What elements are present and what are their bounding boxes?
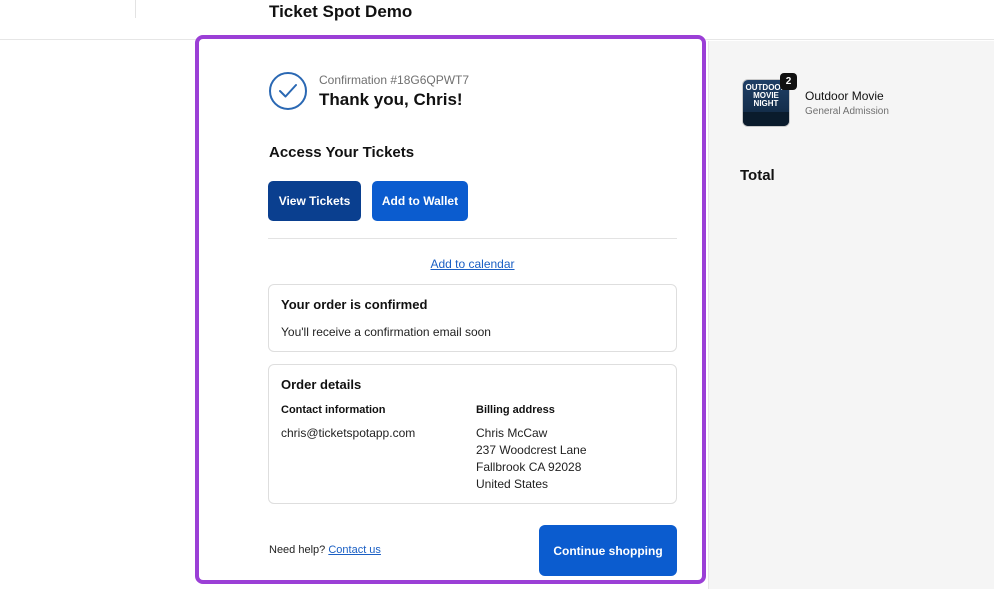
header-bar: Ticket Spot Demo <box>0 0 994 40</box>
order-details-title: Order details <box>281 377 362 392</box>
total-label: Total <box>740 167 775 184</box>
billing-address: Chris McCaw 237 Woodcrest Lane Fallbrook… <box>476 425 587 493</box>
contact-us-link[interactable]: Contact us <box>328 544 381 556</box>
order-details-card: Order details Contact information chris@… <box>268 364 677 504</box>
billing-address-line: United States <box>476 477 549 491</box>
add-to-calendar-link[interactable]: Add to calendar <box>268 257 677 271</box>
billing-address-line: Chris McCaw <box>476 426 548 440</box>
billing-address-line: Fallbrook CA 92028 <box>476 460 582 474</box>
add-to-wallet-button[interactable]: Add to Wallet <box>372 181 468 221</box>
shop-title[interactable]: Ticket Spot Demo <box>269 2 412 22</box>
billing-address-heading: Billing address <box>476 404 555 416</box>
view-tickets-button[interactable]: View Tickets <box>268 181 361 221</box>
header-divider <box>135 0 136 18</box>
thumbnail-crowd <box>743 112 789 126</box>
help-text: Need help? Contact us <box>269 544 381 556</box>
section-divider <box>268 238 677 239</box>
thumbnail-line: NIGHT <box>753 99 779 108</box>
order-confirmed-message: You'll receive a confirmation email soon <box>281 325 491 339</box>
continue-shopping-button[interactable]: Continue shopping <box>539 525 677 576</box>
item-name: Outdoor Movie <box>805 89 884 103</box>
thank-you-heading: Thank you, Chris! <box>319 90 463 109</box>
contact-information-heading: Contact information <box>281 404 386 416</box>
billing-address-line: 237 Woodcrest Lane <box>476 443 587 457</box>
quantity-badge: 2 <box>780 73 797 90</box>
order-confirmed-card: Your order is confirmed You'll receive a… <box>268 284 677 352</box>
contact-email: chris@ticketspotapp.com <box>281 426 416 440</box>
help-prefix: Need help? <box>269 544 326 556</box>
order-confirmed-title: Your order is confirmed <box>281 297 428 312</box>
access-tickets-title: Access Your Tickets <box>269 144 415 161</box>
item-variant: General Admission <box>805 106 889 117</box>
checkmark-circle-icon <box>269 72 307 110</box>
confirmation-number: Confirmation #18G6QPWT7 <box>319 73 470 87</box>
